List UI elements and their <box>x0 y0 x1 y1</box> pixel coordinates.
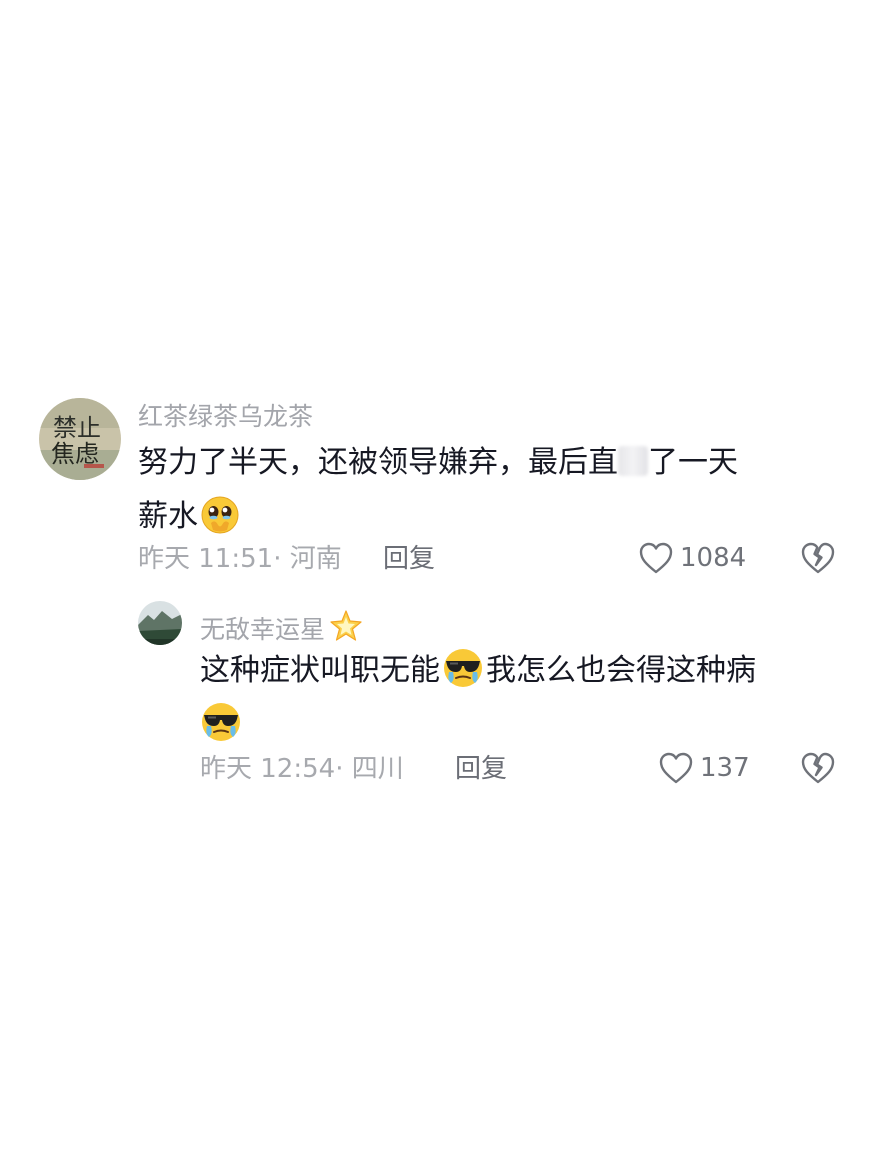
avatar-photo-icon: 禁止 焦虑 <box>39 398 121 480</box>
avatar-landscape-icon <box>138 601 182 645</box>
comment-meta: 昨天 11:51· 河南 <box>138 542 342 576</box>
comment-username[interactable]: 红茶绿茶乌龙茶 <box>138 401 313 433</box>
heart-icon <box>638 541 674 575</box>
separator: · <box>273 544 282 574</box>
like-button[interactable]: 137 <box>658 751 750 785</box>
separator: · <box>335 754 344 784</box>
broken-heart-icon <box>801 542 835 574</box>
location: 四川 <box>351 754 404 784</box>
comment-text-part: 这种症状叫职无能 <box>200 653 440 688</box>
crying-sunglasses-emoji-icon <box>442 647 484 689</box>
reply-button[interactable]: 回复 <box>455 752 507 786</box>
comment-text-part: 了一天 <box>648 445 738 480</box>
reply-button[interactable]: 回复 <box>383 542 435 576</box>
comment-text-part: 薪水 <box>138 499 198 534</box>
dislike-button[interactable] <box>800 541 836 575</box>
heart-icon <box>658 751 694 785</box>
svg-text:焦虑: 焦虑 <box>51 440 99 468</box>
svg-text:禁止: 禁止 <box>53 414 101 442</box>
avatar[interactable]: 禁止 焦虑 <box>39 398 121 480</box>
timestamp: 昨天 12:54 <box>200 754 336 784</box>
location: 河南 <box>289 544 342 574</box>
broken-heart-icon <box>801 752 835 784</box>
comment-text-part: 我怎么也会得这种病 <box>486 653 756 688</box>
pleading-face-emoji-icon <box>200 495 240 535</box>
comment-meta: 昨天 12:54· 四川 <box>200 752 404 786</box>
comment-text-part: 努力了半天，还被领导嫌弃，最后直 <box>138 445 618 480</box>
avatar[interactable] <box>138 601 182 645</box>
timestamp: 昨天 11:51 <box>138 544 274 574</box>
like-count: 1084 <box>680 543 747 573</box>
redacted-text <box>618 446 648 476</box>
crying-sunglasses-emoji-icon <box>200 701 242 743</box>
dislike-button[interactable] <box>800 751 836 785</box>
comment-text: 这种症状叫职无能 我怎么也会得这种病 <box>200 644 840 752</box>
like-button[interactable]: 1084 <box>638 541 746 575</box>
like-count: 137 <box>700 753 750 783</box>
comment-text: 努力了半天，还被领导嫌弃，最后直 了一天 薪水 <box>138 436 828 544</box>
